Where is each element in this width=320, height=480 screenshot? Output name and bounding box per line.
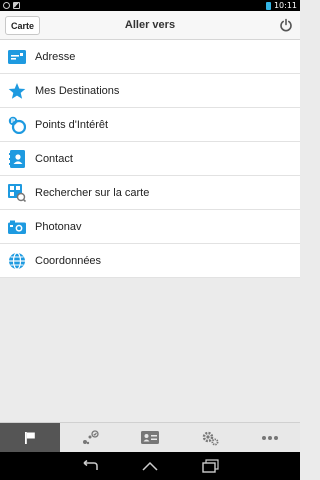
- address-card-icon: [8, 48, 26, 66]
- destination-menu: Adresse Mes Destinations P Points d'Inté…: [0, 40, 300, 278]
- bottom-tab-bar: [0, 422, 300, 452]
- system-nav-bar: [0, 452, 300, 480]
- status-bar: 10:11: [0, 0, 300, 11]
- recents-icon: [202, 459, 219, 473]
- menu-item-label: Photonav: [35, 220, 82, 233]
- menu-item-contact[interactable]: Contact: [0, 142, 300, 176]
- recents-nav-button[interactable]: [201, 459, 219, 473]
- more-icon: [262, 435, 278, 440]
- flag-icon: [25, 431, 35, 444]
- notification-icon: [13, 2, 20, 9]
- power-icon[interactable]: [279, 18, 293, 32]
- route-icon: [83, 429, 99, 444]
- status-time: 10:11: [273, 1, 297, 10]
- globe-icon: [8, 251, 26, 270]
- battery-icon: [265, 1, 271, 10]
- home-nav-button[interactable]: [141, 459, 159, 473]
- poi-icon: P: [8, 116, 26, 134]
- back-nav-button[interactable]: [81, 459, 99, 473]
- back-icon: [83, 460, 98, 470]
- menu-item-label: Rechercher sur la carte: [35, 186, 150, 199]
- tab-settings[interactable]: [180, 423, 240, 452]
- menu-item-label: Coordonnées: [35, 254, 102, 267]
- svg-text:P: P: [11, 118, 16, 125]
- menu-item-rechercher-carte[interactable]: Rechercher sur la carte: [0, 176, 300, 210]
- page-title: Aller vers: [124, 19, 176, 31]
- gps-status-icon: [3, 2, 10, 9]
- carte-button[interactable]: Carte: [5, 16, 41, 35]
- menu-item-photonav[interactable]: Photonav: [0, 210, 300, 244]
- settings-icon: [202, 431, 219, 445]
- star-icon: [8, 82, 26, 100]
- menu-item-label: Points d'Intérêt: [35, 118, 109, 131]
- menu-item-label: Mes Destinations: [35, 84, 120, 97]
- home-icon: [142, 461, 158, 471]
- tab-contacts[interactable]: [120, 423, 180, 452]
- menu-item-coordonnees[interactable]: Coordonnées: [0, 244, 300, 278]
- map-search-icon: [8, 183, 26, 202]
- tab-route[interactable]: [60, 423, 120, 452]
- menu-item-label: Adresse: [35, 50, 76, 63]
- menu-item-label: Contact: [35, 152, 73, 165]
- top-header: Carte Aller vers: [0, 11, 300, 40]
- contact-book-icon: [8, 149, 26, 168]
- menu-item-points-interet[interactable]: P Points d'Intérêt: [0, 108, 300, 142]
- tab-more[interactable]: [240, 423, 300, 452]
- menu-item-adresse[interactable]: Adresse: [0, 40, 300, 74]
- menu-item-mes-destinations[interactable]: Mes Destinations: [0, 74, 300, 108]
- tab-destination[interactable]: [0, 423, 60, 452]
- camera-icon: [8, 218, 26, 236]
- id-card-icon: [141, 431, 159, 444]
